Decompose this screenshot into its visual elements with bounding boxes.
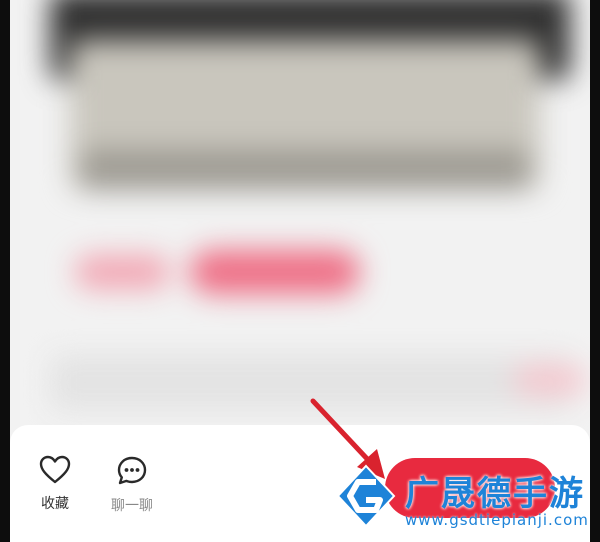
chat-button[interactable]: 聊一聊 [102,455,162,515]
blurred-price-tag [190,250,360,294]
watermark-logo-icon [336,464,396,528]
chat-label: 聊一聊 [111,498,153,514]
blurred-product-shadow [80,150,530,190]
watermark-url: www.gsdtiepianji.com [405,511,589,529]
watermark-title: 广晟德手游 [405,474,585,514]
heart-icon [39,455,71,484]
blurred-side-tag [515,365,585,395]
favorite-button[interactable]: 收藏 [25,455,85,513]
blurred-tag [75,255,170,289]
favorite-label: 收藏 [41,496,69,512]
chat-bubble-icon [117,456,147,485]
